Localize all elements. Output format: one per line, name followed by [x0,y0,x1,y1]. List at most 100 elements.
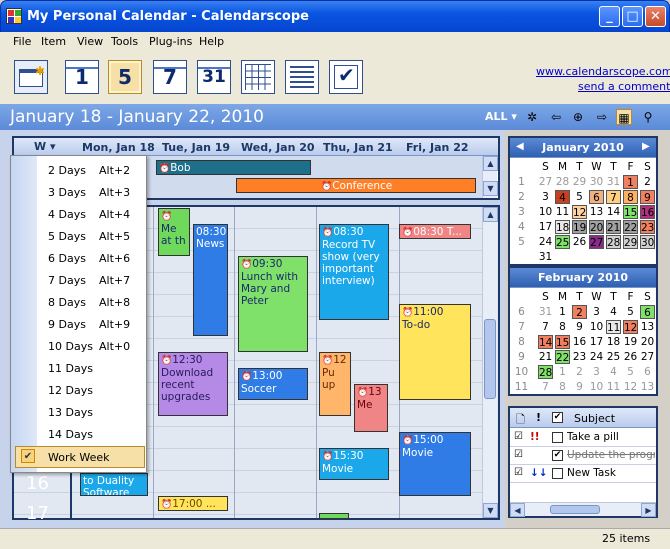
today-icon[interactable]: ⊕ [570,109,586,125]
calendar-day[interactable]: 8 [555,380,570,394]
calendar-day[interactable]: 5 [623,305,638,319]
calendar-day[interactable]: 28 [538,365,553,379]
calendar-day[interactable]: 24 [538,235,553,249]
calendar-day[interactable]: 15 [623,205,638,219]
menu-item-days[interactable]: 7 Days Alt+7 [11,270,146,292]
prev-month-icon[interactable]: ◀ [516,141,524,152]
calendar-day[interactable]: 7 [538,320,553,334]
task-complete-checkbox[interactable] [552,432,563,443]
calendar-day[interactable]: 26 [623,350,638,364]
menu-item-days[interactable]: 4 Days Alt+4 [11,204,146,226]
calendar-day[interactable]: 28 [555,175,570,189]
calendar-day[interactable]: 17 [589,335,604,349]
menu-item-days[interactable]: 10 Days Alt+0 [11,336,146,358]
send-comment-link[interactable]: send a comment [578,80,670,93]
menu-help[interactable]: Help [199,35,224,48]
event-news[interactable]: 08:30 News [193,224,228,336]
day-header-wed[interactable]: Wed, Jan 20 [241,141,315,154]
calendar-day[interactable]: 8 [623,190,638,204]
calendar-day[interactable]: 25 [606,350,621,364]
calendar-day[interactable]: 14 [606,205,621,219]
day-header-tue[interactable]: Tue, Jan 19 [162,141,230,154]
minimize-button[interactable]: _ [599,6,620,27]
calendar-day[interactable]: 21 [606,220,621,234]
calendar-day[interactable]: 7 [606,190,621,204]
calendar-day[interactable]: 12 [572,205,587,219]
calendar-day[interactable]: 1 [555,305,570,319]
calendar-day[interactable]: 22 [555,350,570,364]
calendar-toggle-icon[interactable]: ▦ [616,109,632,125]
allday-event-bob[interactable]: ⏰Bob [156,160,311,175]
event-record-tv[interactable]: ⏰08:30 Record TV show (very important int… [319,224,389,320]
task-row[interactable]: ☑!! Take a pill [510,429,656,447]
calendar-day[interactable]: 5 [623,365,638,379]
calendar-day[interactable]: 2 [572,305,587,319]
calendar-day[interactable]: 31 [606,175,621,189]
menu-item-days[interactable]: 5 Days Alt+5 [11,226,146,248]
calendar-day[interactable]: 29 [623,235,638,249]
month-view-button[interactable]: 31 [197,60,231,94]
list-view-button[interactable] [285,60,319,94]
event-fri-0830[interactable]: ⏰08:30 T... [399,224,471,239]
event-duality[interactable]: to Duality Software [80,473,148,496]
allday-scrollbar[interactable]: ▲ ▼ [482,156,498,198]
calendar-day[interactable]: 17 [538,220,553,234]
event-download-upgrades[interactable]: ⏰12:30 Download recent upgrades [158,352,228,416]
tasks-view-button[interactable]: ✔ [329,60,363,94]
work-week-view-button[interactable]: 5 [108,60,142,94]
calendar-day[interactable]: 15 [555,335,570,349]
back-arrow-icon[interactable]: ⇦ [548,109,564,125]
calendar-day[interactable]: 16 [640,205,655,219]
task-row[interactable]: ☑ ↓↓ New Task [510,465,656,483]
event-todo[interactable]: ⏰11:00 To-do [399,304,471,400]
menu-file[interactable]: File [13,35,31,48]
calendar-day[interactable]: 19 [623,335,638,349]
calendar-day[interactable]: 30 [589,175,604,189]
priority-header[interactable]: ! [536,411,541,424]
menu-item[interactable]: Item [41,35,66,48]
calendar-day[interactable]: 6 [640,365,655,379]
calendar-day[interactable]: 31 [538,250,553,264]
calendar-day[interactable]: 9 [572,320,587,334]
calendar-day[interactable]: 16 [572,335,587,349]
task-complete-checkbox[interactable]: ✔ [552,450,563,461]
calendar-day[interactable]: 1 [555,365,570,379]
calendar-day[interactable]: 10 [589,320,604,334]
calendar-day[interactable]: 4 [555,190,570,204]
calendar-day[interactable]: 12 [623,380,638,394]
calendar-day[interactable]: 20 [640,335,655,349]
event-lunch[interactable]: ⏰09:30 Lunch with Mary and Peter [238,256,308,352]
calendar-day[interactable]: 10 [589,380,604,394]
calendar-day[interactable]: 10 [538,205,553,219]
calendar-day[interactable]: 25 [555,235,570,249]
calendar-day[interactable]: 31 [538,305,553,319]
calendar-day[interactable]: 27 [538,175,553,189]
view-selector[interactable]: W ▾ [34,140,56,153]
menu-item-work-week[interactable]: ✔ Work Week [15,446,145,468]
calendar-day[interactable]: 2 [640,175,655,189]
calendar-day[interactable]: 4 [606,365,621,379]
complete-header-checkbox[interactable]: ✔ [552,412,563,423]
calendar-day[interactable]: 3 [589,305,604,319]
menu-item-days[interactable]: 8 Days Alt+8 [11,292,146,314]
calendar-day[interactable]: 8 [555,320,570,334]
calendar-day[interactable]: 20 [589,220,604,234]
menu-plugins[interactable]: Plug-ins [149,35,192,48]
event-movie-thu[interactable]: ⏰15:30 Movie [319,448,389,480]
menu-item-days[interactable]: 11 Days [11,358,146,380]
calendar-day[interactable]: 28 [606,235,621,249]
find-icon[interactable]: ⚲ [640,109,656,125]
menu-item-days[interactable]: 6 Days Alt+6 [11,248,146,270]
calendar-day[interactable]: 9 [572,380,587,394]
calendar-day[interactable]: 4 [606,305,621,319]
calendar-day[interactable]: 13 [640,380,655,394]
calendar-day[interactable]: 11 [606,320,621,334]
calendar-day[interactable]: 11 [606,380,621,394]
event-thu-13[interactable]: ⏰13 Me [354,384,388,432]
multi-month-view-button[interactable] [241,60,275,94]
forward-arrow-icon[interactable]: ⇨ [594,109,610,125]
calendar-day[interactable]: 12 [623,320,638,334]
grid-scrollbar[interactable]: ▲ ▼ [482,207,498,518]
filter-dropdown[interactable]: ALL ▾ [485,110,517,123]
calendar-day[interactable]: 29 [572,175,587,189]
